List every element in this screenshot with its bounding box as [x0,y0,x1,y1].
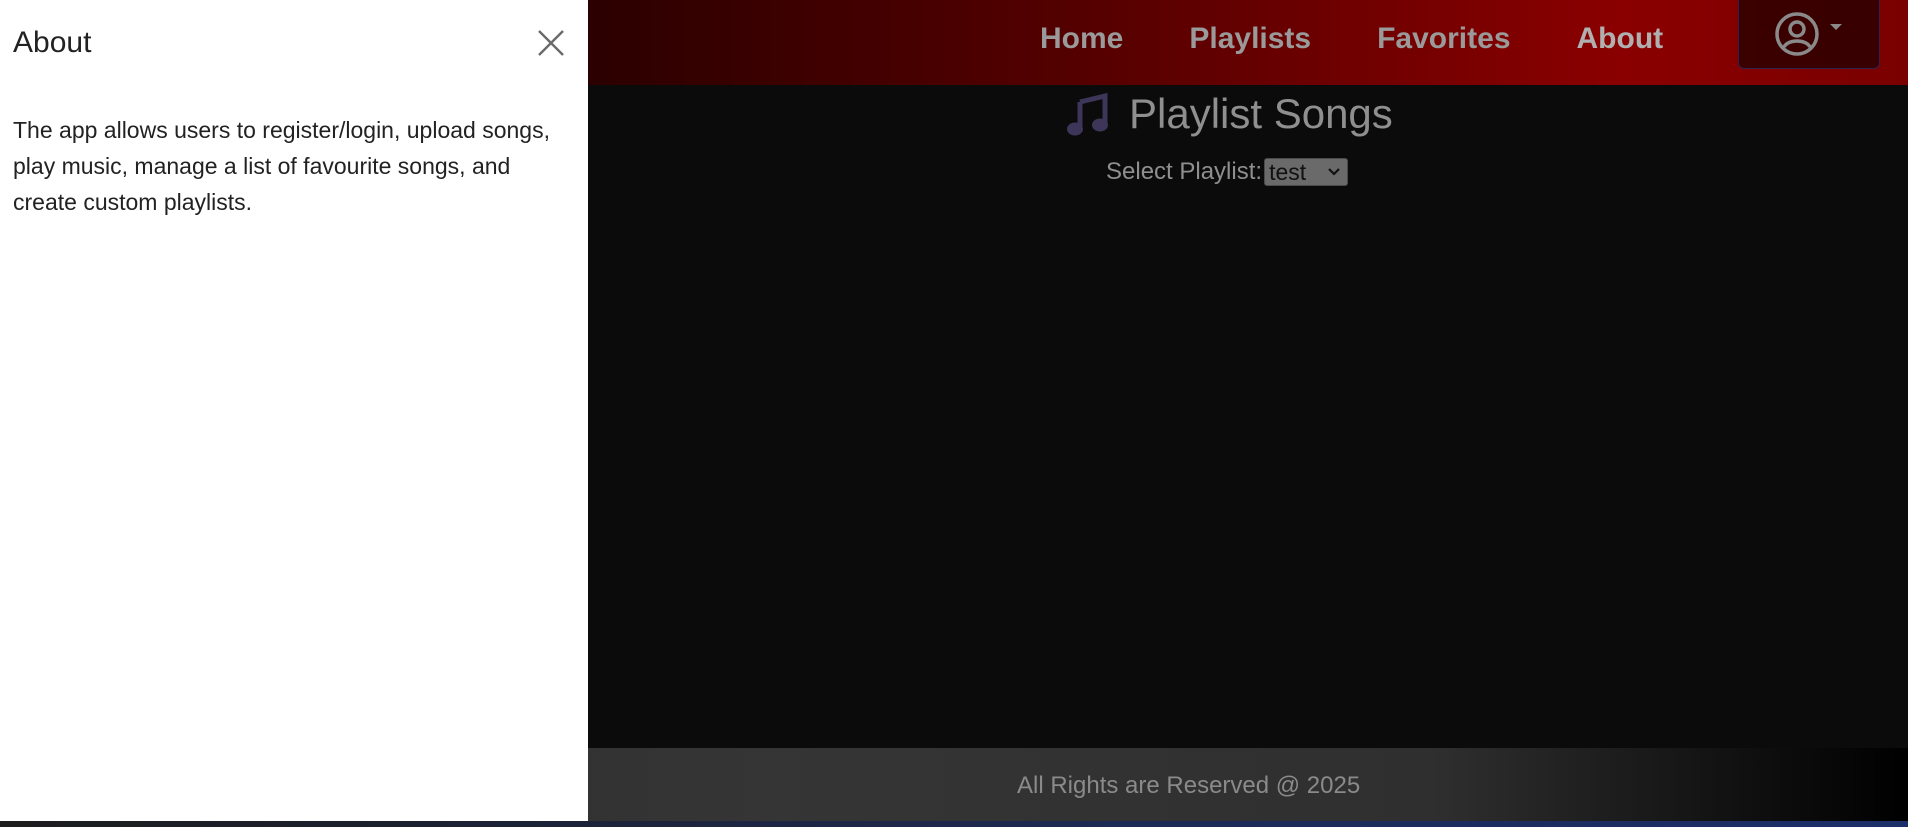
about-offcanvas: About The app allows users to register/l… [0,0,588,821]
profile-dropdown-button[interactable] [1738,0,1880,69]
nav-links: Home Playlists Favorites About [1040,22,1729,56]
playlist-select-row: Select Playlist: test [1106,158,1349,186]
nav-about-link[interactable]: About [1577,22,1664,56]
close-icon[interactable] [536,28,566,58]
bottom-strip [0,821,1908,827]
user-circle-icon [1775,12,1819,56]
music-note-icon [1067,92,1108,136]
offcanvas-title: About [13,26,92,59]
chevron-down-icon [1328,168,1340,176]
playlist-select-label: Select Playlist: [1106,158,1263,185]
page: Home Playlists Favorites About Playlist … [0,0,1908,827]
caret-down-icon [1830,24,1842,30]
nav-playlists-link[interactable]: Playlists [1189,22,1311,56]
nav-home-link[interactable]: Home [1040,22,1123,56]
playlist-select-value: test [1269,158,1307,185]
offcanvas-body-text: The app allows users to register/login, … [13,117,550,215]
footer-text: All Rights are Reserved @ 2025 [1017,772,1361,799]
nav-favorites-link[interactable]: Favorites [1377,22,1510,56]
page-title-text: Playlist Songs [1129,90,1393,137]
page-title: Playlist Songs [1065,90,1393,138]
playlist-select[interactable]: test [1264,158,1349,186]
